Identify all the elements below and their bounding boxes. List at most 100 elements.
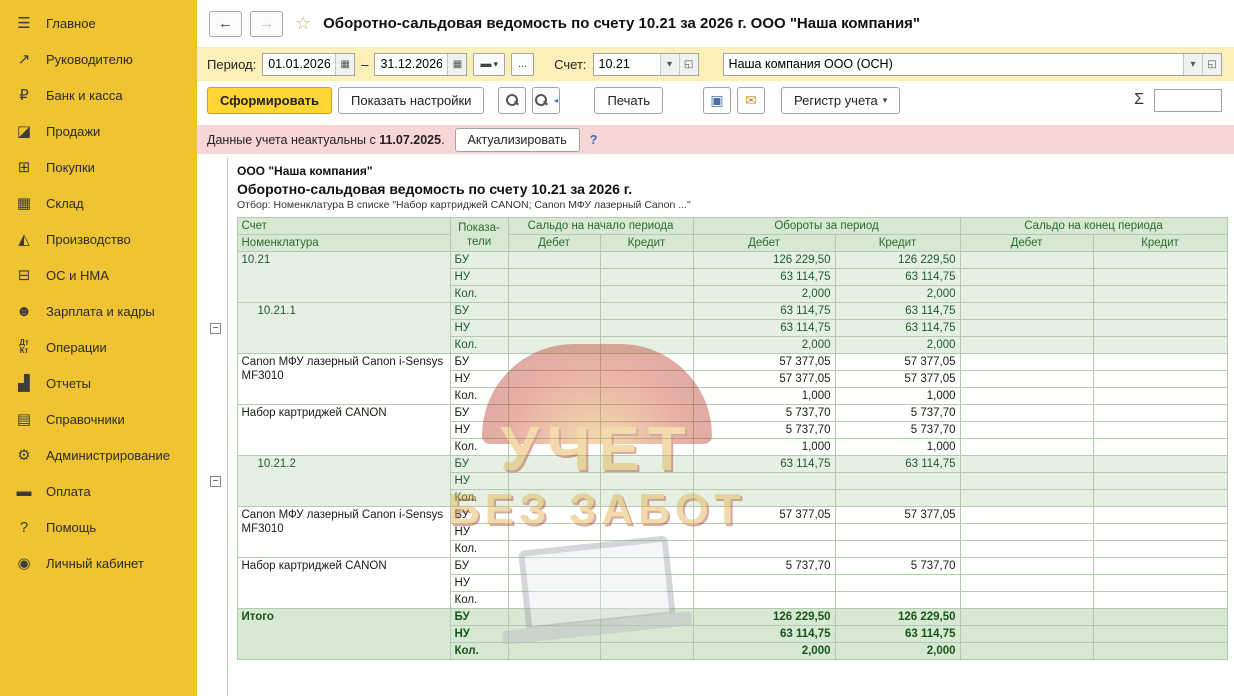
sidebar-item-prodazhi[interactable]: ◪Продажи [0,113,197,149]
value-cell[interactable]: 1,000 [835,439,960,456]
value-cell[interactable]: 63 114,75 [835,626,960,643]
search-button[interactable] [498,87,526,114]
value-cell[interactable] [508,252,600,269]
value-cell[interactable] [508,405,600,422]
sidebar-item-bank-i-kassa[interactable]: ₽Банк и касса [0,77,197,113]
value-cell[interactable] [1093,405,1227,422]
value-cell[interactable] [960,320,1093,337]
sum-input[interactable] [1154,89,1222,112]
value-cell[interactable] [1093,507,1227,524]
value-cell[interactable]: 2,000 [835,643,960,660]
value-cell[interactable] [600,456,693,473]
value-cell[interactable] [693,490,835,507]
value-cell[interactable] [693,473,835,490]
value-cell[interactable] [1093,575,1227,592]
value-cell[interactable]: 2,000 [693,337,835,354]
value-cell[interactable]: 63 114,75 [835,303,960,320]
value-cell[interactable]: 5 737,70 [693,422,835,439]
row-name[interactable]: 10.21.1 [237,303,450,354]
value-cell[interactable] [960,490,1093,507]
value-cell[interactable] [960,575,1093,592]
chevron-down-icon[interactable]: ▾ [1183,54,1202,75]
value-cell[interactable]: 63 114,75 [693,320,835,337]
value-cell[interactable] [600,541,693,558]
value-cell[interactable] [1093,252,1227,269]
value-cell[interactable]: 5 737,70 [835,558,960,575]
value-cell[interactable]: 63 114,75 [693,303,835,320]
sidebar-item-zarplata-i-kadry[interactable]: ☻Зарплата и кадры [0,293,197,329]
sidebar-item-pomosch[interactable]: ?Помощь [0,509,197,545]
value-cell[interactable]: 126 229,50 [693,252,835,269]
value-cell[interactable] [835,473,960,490]
save-button[interactable]: ▣ [703,87,731,114]
value-cell[interactable] [1093,473,1227,490]
value-cell[interactable] [600,575,693,592]
value-cell[interactable] [508,558,600,575]
collapse-group-button[interactable]: − [210,323,221,334]
value-cell[interactable] [1093,558,1227,575]
row-name[interactable]: Canon МФУ лазерный Canon i-Sensys MF3010 [237,354,450,405]
value-cell[interactable] [600,371,693,388]
value-cell[interactable] [1093,422,1227,439]
value-cell[interactable]: 63 114,75 [693,269,835,286]
value-cell[interactable] [960,473,1093,490]
collapse-group-button[interactable]: − [210,476,221,487]
value-cell[interactable] [600,626,693,643]
open-form-icon[interactable]: ◱ [679,54,698,75]
value-cell[interactable] [600,303,693,320]
value-cell[interactable] [960,354,1093,371]
value-cell[interactable] [960,643,1093,660]
back-button[interactable]: ← [209,11,242,37]
open-form-icon[interactable]: ◱ [1202,54,1221,75]
value-cell[interactable]: 63 114,75 [835,456,960,473]
value-cell[interactable]: 57 377,05 [835,371,960,388]
value-cell[interactable] [1093,320,1227,337]
value-cell[interactable] [960,558,1093,575]
value-cell[interactable]: 57 377,05 [835,507,960,524]
value-cell[interactable] [960,422,1093,439]
value-cell[interactable] [1093,354,1227,371]
value-cell[interactable] [508,320,600,337]
value-cell[interactable] [960,252,1093,269]
sidebar-item-os-i-nma[interactable]: ⊟ОС и НМА [0,257,197,293]
register-menu-button[interactable]: Регистр учета ▾ [781,87,900,114]
value-cell[interactable] [600,388,693,405]
value-cell[interactable]: 57 377,05 [693,354,835,371]
value-cell[interactable] [960,303,1093,320]
value-cell[interactable] [960,507,1093,524]
send-email-button[interactable]: ✉ [737,87,765,114]
account-input[interactable] [594,54,660,75]
row-name[interactable]: Набор картриджей CANON [237,558,450,609]
value-cell[interactable]: 2,000 [693,286,835,303]
sidebar-item-pokupki[interactable]: ⊞Покупки [0,149,197,185]
period-preset-button[interactable]: ▬▾ [473,53,505,76]
value-cell[interactable] [1093,626,1227,643]
value-cell[interactable]: 63 114,75 [835,320,960,337]
print-button[interactable]: Печать [594,87,663,114]
value-cell[interactable] [508,507,600,524]
value-cell[interactable] [600,252,693,269]
forward-button[interactable]: → [250,11,283,37]
value-cell[interactable]: 2,000 [835,286,960,303]
value-cell[interactable] [1093,592,1227,609]
value-cell[interactable]: 1,000 [693,388,835,405]
value-cell[interactable]: 1,000 [693,439,835,456]
value-cell[interactable] [835,541,960,558]
period-to-input[interactable] [375,54,447,75]
value-cell[interactable] [1093,388,1227,405]
value-cell[interactable] [960,524,1093,541]
value-cell[interactable] [693,592,835,609]
sidebar-item-administrirovanie[interactable]: ⚙Администрирование [0,437,197,473]
calendar-icon[interactable]: ▦ [335,54,354,75]
sidebar-item-otchety[interactable]: ▟Отчеты [0,365,197,401]
value-cell[interactable] [1093,439,1227,456]
value-cell[interactable] [1093,371,1227,388]
value-cell[interactable]: 63 114,75 [835,269,960,286]
value-cell[interactable] [600,439,693,456]
value-cell[interactable]: 2,000 [835,337,960,354]
value-cell[interactable] [508,575,600,592]
value-cell[interactable] [693,575,835,592]
value-cell[interactable]: 63 114,75 [693,626,835,643]
value-cell[interactable] [600,405,693,422]
value-cell[interactable] [508,422,600,439]
